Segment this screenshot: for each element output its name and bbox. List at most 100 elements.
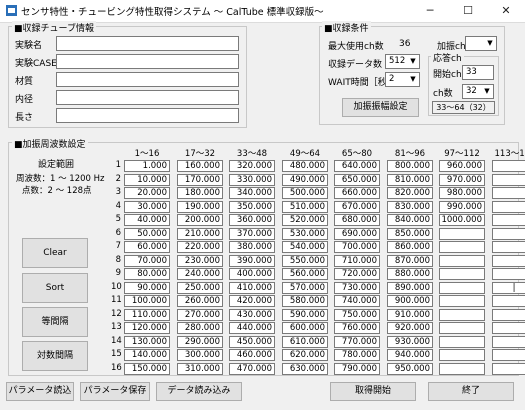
frequency-cell[interactable]: 10.000 [124,173,170,186]
frequency-cell[interactable] [492,268,525,280]
frequency-cell[interactable]: 780.000 [334,349,380,361]
frequency-cell[interactable]: 760.000 [334,322,380,334]
frequency-cell[interactable]: 960.000 [439,160,485,172]
frequency-cell[interactable]: 510.000 [282,200,328,213]
frequency-cell[interactable]: 900.000 [387,295,433,307]
frequency-cell[interactable]: 710.000 [334,254,380,267]
frequency-cell[interactable]: 130.000 [124,335,170,348]
frequency-cell[interactable]: 580.000 [282,295,328,307]
frequency-cell[interactable]: 680.000 [334,214,380,226]
frequency-cell[interactable]: 50.000 [124,227,170,240]
wait-time-select[interactable]: 2 ▼ [385,72,420,87]
frequency-cell[interactable]: 840.000 [387,214,433,226]
frequency-cell[interactable]: 480.000 [282,160,328,172]
frequency-cell[interactable]: 500.000 [282,187,328,199]
frequency-cell[interactable]: 250.000 [177,281,223,294]
frequency-cell[interactable]: 410.000 [229,281,275,294]
frequency-cell[interactable] [439,362,485,375]
frequency-cell[interactable]: 310.000 [177,362,223,375]
frequency-cell[interactable]: 740.000 [334,295,380,307]
frequency-cell[interactable]: 110.000 [124,308,170,321]
frequency-cell[interactable]: 230.000 [177,254,223,267]
frequency-cell[interactable]: 340.000 [229,187,275,199]
frequency-cell[interactable] [492,295,525,307]
frequency-cell[interactable]: 620.000 [282,349,328,361]
frequency-cell[interactable]: 380.000 [229,241,275,253]
frequency-cell[interactable]: 470.000 [229,362,275,375]
frequency-cell[interactable] [439,308,485,321]
frequency-cell[interactable]: 320.000 [229,160,275,172]
frequency-cell[interactable] [439,349,485,361]
close-button[interactable]: ✕ [487,0,525,22]
frequency-cell[interactable] [439,335,485,348]
frequency-cell[interactable]: 120.000 [124,322,170,334]
frequency-cell[interactable]: 750.000 [334,308,380,321]
frequency-cell[interactable]: 150.000 [124,362,170,375]
frequency-cell[interactable]: 830.000 [387,200,433,213]
frequency-cell[interactable]: 790.000 [334,362,380,375]
equal-interval-button[interactable]: 等間隔 [22,307,88,337]
save-params-button[interactable]: パラメータ保存 [80,382,150,401]
minimize-button[interactable]: ─ [411,0,449,22]
frequency-cell[interactable]: 400.000 [229,268,275,280]
frequency-cell[interactable] [492,335,525,348]
add-ch-select[interactable]: ▼ [465,36,497,51]
frequency-cell[interactable]: 690.000 [334,227,380,240]
frequency-cell[interactable]: 60.000 [124,241,170,253]
frequency-cell[interactable]: 730.000 [334,281,380,294]
frequency-cell[interactable]: 600.000 [282,322,328,334]
frequency-cell[interactable]: 270.000 [177,308,223,321]
frequency-cell[interactable]: 20.000 [124,187,170,199]
frequency-cell[interactable] [492,241,525,253]
frequency-cell[interactable]: 80.000 [124,268,170,280]
frequency-cell[interactable]: 720.000 [334,268,380,280]
frequency-cell[interactable]: 220.000 [177,241,223,253]
ch-count-select[interactable]: 32 ▼ [462,84,494,99]
frequency-cell[interactable] [492,349,525,361]
frequency-cell[interactable]: 390.000 [229,254,275,267]
frequency-cell[interactable]: 140.000 [124,349,170,361]
frequency-cell[interactable]: 940.000 [387,349,433,361]
frequency-cell[interactable]: 420.000 [229,295,275,307]
frequency-cell[interactable]: 670.000 [334,200,380,213]
frequency-cell[interactable]: 850.000 [387,227,433,240]
frequency-cell[interactable]: 40.000 [124,214,170,226]
frequency-cell[interactable]: 240.000 [177,268,223,280]
frequency-cell[interactable]: 540.000 [282,241,328,253]
frequency-cell[interactable]: 820.000 [387,187,433,199]
data-count-select[interactable]: 512 ▼ [385,54,420,69]
frequency-cell[interactable] [439,281,485,294]
frequency-cell[interactable]: 1000.000 [439,214,485,226]
frequency-cell[interactable]: 430.000 [229,308,275,321]
load-params-button[interactable]: パラメータ読込 [6,382,74,401]
frequency-cell[interactable]: 650.000 [334,173,380,186]
frequency-cell[interactable]: 660.000 [334,187,380,199]
frequency-cell[interactable]: 890.000 [387,281,433,294]
frequency-cell[interactable]: 260.000 [177,295,223,307]
frequency-cell[interactable] [439,268,485,280]
frequency-cell[interactable]: 700.000 [334,241,380,253]
frequency-cell[interactable]: 570.000 [282,281,328,294]
frequency-cell[interactable]: 280.000 [177,322,223,334]
frequency-cell[interactable]: 810.000 [387,173,433,186]
frequency-cell[interactable]: 530.000 [282,227,328,240]
length-input[interactable] [56,108,239,123]
frequency-cell[interactable]: 170.000 [177,173,223,186]
frequency-cell[interactable] [492,227,525,240]
frequency-cell[interactable] [492,187,525,199]
frequency-cell[interactable] [492,362,525,375]
frequency-cell[interactable]: 370.000 [229,227,275,240]
frequency-cell[interactable]: 930.000 [387,335,433,348]
frequency-cell[interactable]: 490.000 [282,173,328,186]
frequency-cell[interactable]: 200.000 [177,214,223,226]
frequency-cell[interactable]: 910.000 [387,308,433,321]
frequency-cell[interactable] [439,241,485,253]
frequency-cell[interactable] [439,295,485,307]
frequency-cell[interactable]: 90.000 [124,281,170,294]
frequency-cell[interactable]: 970.000 [439,173,485,186]
frequency-cell[interactable]: 880.000 [387,268,433,280]
frequency-cell[interactable]: 520.000 [282,214,328,226]
frequency-cell[interactable]: 70.000 [124,254,170,267]
sort-button[interactable]: Sort [22,273,88,303]
frequency-cell[interactable]: 990.000 [439,200,485,213]
